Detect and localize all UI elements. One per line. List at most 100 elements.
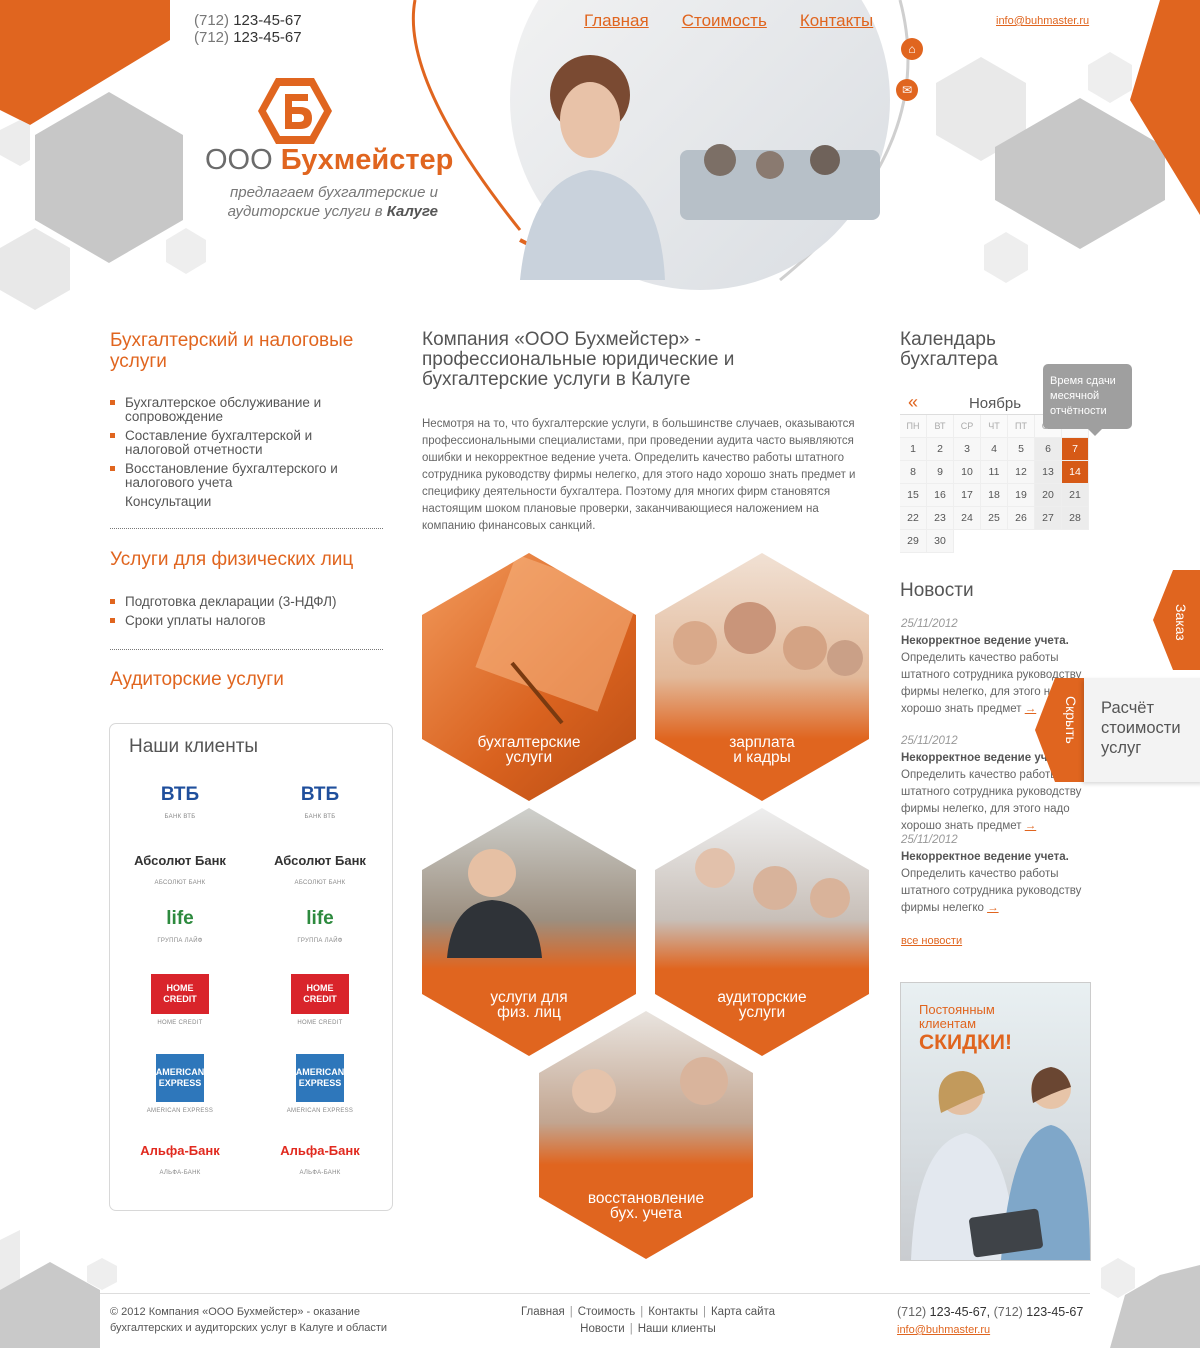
calendar-day[interactable]: 5 — [1008, 438, 1035, 461]
calendar-day[interactable]: 16 — [927, 484, 954, 507]
calendar-day[interactable]: 6 — [1035, 438, 1062, 461]
client-logo-mark: AMERICAN EXPRESS — [296, 1054, 344, 1102]
calendar-day[interactable]: 21 — [1062, 484, 1089, 507]
client-logo-caption: АБСОЛЮТ БАНК — [294, 880, 346, 886]
client-logo-mark: HOME CREDIT — [291, 974, 349, 1014]
calendar-day[interactable]: 20 — [1035, 484, 1062, 507]
tile-label: аудиторские — [717, 989, 807, 1006]
news-headline[interactable]: Некорректное ведение учета. — [901, 633, 1091, 650]
calendar-weekday: ПТ — [1008, 415, 1035, 438]
footer-link-clients[interactable]: Наши клиенты — [638, 1323, 716, 1335]
calendar-weekday: СР — [954, 415, 981, 438]
calendar-day[interactable]: 4 — [981, 438, 1008, 461]
nav-pricing[interactable]: Стоимость — [682, 11, 767, 31]
calendar-day[interactable]: 17 — [954, 484, 981, 507]
hide-tab-label: Скрыть — [1063, 696, 1079, 744]
client-logo-mark: life — [306, 908, 334, 929]
nav-home[interactable]: Главная — [584, 11, 649, 31]
promo-text: Постоянным клиентам — [919, 1002, 995, 1031]
calendar-tooltip: Время сдачи месячной отчётности — [1043, 364, 1132, 436]
client-logo[interactable]: Альфа-Банк АЛЬФА-БАНК — [255, 1138, 385, 1176]
section-title-individuals[interactable]: Услуги для физических лиц — [110, 549, 353, 570]
client-logo[interactable]: Абсолют Банк АБСОЛЮТ БАНК — [115, 848, 245, 886]
calendar-grid: ПНВТСРЧТПТСБВС12345678910111213141516171… — [900, 414, 1090, 553]
list-item[interactable]: Восстановление бухгалтерского и налогово… — [110, 462, 360, 490]
footer-email-link[interactable]: info@buhmaster.ru — [897, 1324, 990, 1336]
clients-panel: Наши клиенты ВТБ БАНК ВТБ ВТБ БАНК ВТБ Абсол… — [109, 723, 393, 1211]
list-item[interactable]: Бухгалтерское обслуживание и сопровожден… — [110, 396, 360, 424]
list-item[interactable]: Составление бухгалтерской и налоговой от… — [110, 429, 360, 457]
calendar-day[interactable]: 29 — [900, 530, 927, 553]
client-logo[interactable]: ВТБ БАНК ВТБ — [115, 782, 245, 820]
phone-number: 123-45-67 — [1026, 1305, 1084, 1319]
individual-services-list: Подготовка декларации (3-НДФЛ) Сроки упл… — [110, 595, 360, 633]
calendar-day[interactable]: 3 — [954, 438, 981, 461]
logo-name[interactable]: ООО Бухмейстер — [205, 144, 453, 177]
list-item[interactable]: Подготовка декларации (3-НДФЛ) — [110, 595, 360, 609]
calendar-day[interactable]: 15 — [900, 484, 927, 507]
client-logo[interactable]: AMERICAN EXPRESS AMERICAN EXPRESS — [255, 1054, 385, 1114]
mail-icon[interactable]: ✉ — [896, 79, 918, 101]
footer-link-contacts[interactable]: Контакты — [648, 1306, 698, 1318]
client-logo[interactable]: life ГРУППА ЛАЙФ — [255, 906, 385, 944]
header-phones: (712) 123-45-67 (712) 123-45-67 — [194, 12, 302, 46]
footer-link-home[interactable]: Главная — [521, 1306, 565, 1318]
client-logo[interactable]: Абсолют Банк АБСОЛЮТ БАНК — [255, 848, 385, 886]
list-item[interactable]: Сроки уплаты налогов — [110, 614, 360, 628]
calendar-weekday: ЧТ — [981, 415, 1008, 438]
calendar-day[interactable]: 12 — [1008, 461, 1035, 484]
header-email-link[interactable]: info@buhmaster.ru — [996, 15, 1089, 27]
client-logo[interactable]: Альфа-Банк АЛЬФА-БАНК — [115, 1138, 245, 1176]
client-logo-caption: АЛЬФА-БАНК — [299, 1170, 341, 1176]
promo-headline: СКИДКИ! — [919, 1031, 1012, 1054]
calendar-day[interactable]: 18 — [981, 484, 1008, 507]
calendar-day[interactable]: 2 — [927, 438, 954, 461]
tagline-line: аудиторские услуги в — [227, 203, 383, 220]
arrow-right-icon[interactable]: → — [1025, 820, 1037, 832]
news-title: Новости — [900, 580, 974, 601]
calendar-day[interactable]: 22 — [900, 507, 927, 530]
arrow-right-icon[interactable]: → — [987, 902, 999, 914]
tile-label: услуги для — [490, 989, 568, 1006]
footer-link-news[interactable]: Новости — [580, 1323, 625, 1335]
calendar-day[interactable]: 11 — [981, 461, 1008, 484]
client-logo[interactable]: HOME CREDIT HOME CREDIT — [115, 974, 245, 1026]
calendar-day[interactable]: 10 — [954, 461, 981, 484]
calendar-day[interactable]: 8 — [900, 461, 927, 484]
news-headline[interactable]: Некорректное ведение учета. — [901, 849, 1091, 866]
section-title-accounting[interactable]: Бухгалтерский и налоговые услуги — [110, 330, 380, 372]
home-icon[interactable]: ⌂ — [901, 38, 923, 60]
calendar-day[interactable]: 25 — [981, 507, 1008, 530]
all-news-link[interactable]: все новости — [901, 935, 962, 947]
client-logo-caption: БАНК ВТБ — [304, 814, 336, 820]
client-logo-caption: БАНК ВТБ — [164, 814, 196, 820]
client-logo[interactable]: life ГРУППА ЛАЙФ — [115, 906, 245, 944]
discount-banner[interactable]: Постоянным клиентам СКИДКИ! — [900, 982, 1091, 1261]
client-logo-caption: AMERICAN EXPRESS — [286, 1108, 354, 1114]
calendar-day[interactable]: 7 — [1062, 438, 1089, 461]
calendar-day[interactable]: 19 — [1008, 484, 1035, 507]
calendar-day[interactable]: 27 — [1035, 507, 1062, 530]
calendar-title: Календарь бухгалтера — [900, 329, 998, 370]
price-calc-button[interactable]: Расчёт стоимости услуг — [1084, 678, 1200, 782]
footer-link-sitemap[interactable]: Карта сайта — [711, 1306, 775, 1318]
hide-tab[interactable]: Скрыть — [1035, 678, 1085, 782]
footer-link-pricing[interactable]: Стоимость — [578, 1306, 636, 1318]
news-date: 25/11/2012 — [901, 834, 958, 846]
calendar-day[interactable]: 9 — [927, 461, 954, 484]
client-logo[interactable]: HOME CREDIT HOME CREDIT — [255, 974, 385, 1026]
calendar-day[interactable]: 23 — [927, 507, 954, 530]
calendar-day[interactable]: 14 — [1062, 461, 1089, 484]
client-logo-caption: AMERICAN EXPRESS — [146, 1108, 214, 1114]
client-logo[interactable]: AMERICAN EXPRESS AMERICAN EXPRESS — [115, 1054, 245, 1114]
section-title-audit[interactable]: Аудиторские услуги — [110, 669, 284, 690]
calendar-day[interactable]: 26 — [1008, 507, 1035, 530]
calendar-day[interactable]: 13 — [1035, 461, 1062, 484]
calendar-day[interactable]: 24 — [954, 507, 981, 530]
list-item[interactable]: Консультации — [110, 495, 360, 509]
calendar-day[interactable]: 1 — [900, 438, 927, 461]
calendar-day[interactable]: 28 — [1062, 507, 1089, 530]
calendar-day[interactable]: 30 — [927, 530, 954, 553]
client-logo[interactable]: ВТБ БАНК ВТБ — [255, 782, 385, 820]
nav-contacts[interactable]: Контакты — [800, 11, 873, 31]
